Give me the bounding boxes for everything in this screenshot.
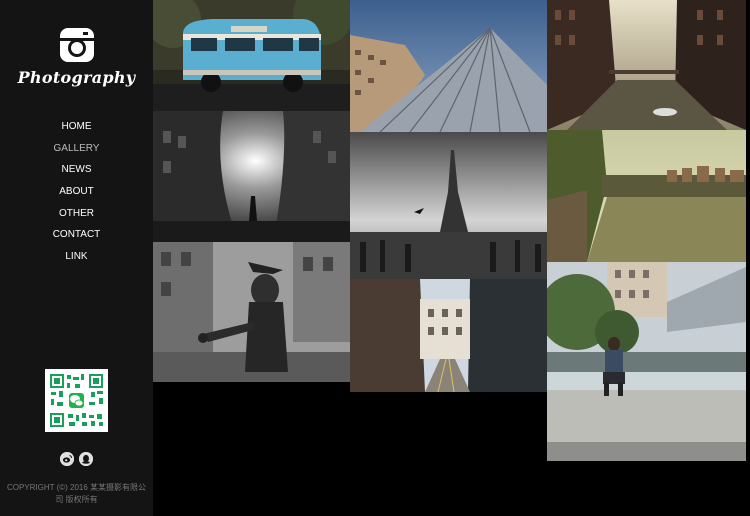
photo-skyscraper[interactable]	[350, 0, 547, 132]
nav-about[interactable]: ABOUT	[0, 181, 153, 203]
photo-river-town[interactable]	[547, 130, 746, 262]
nav-link[interactable]: LINK	[0, 246, 153, 268]
photo-narrow-street[interactable]	[350, 279, 547, 392]
photo-blue-van[interactable]	[153, 0, 350, 111]
photo-curved-street[interactable]	[153, 111, 350, 242]
nav-home[interactable]: HOME	[0, 116, 153, 138]
qr-code-icon	[45, 369, 108, 432]
nav-gallery[interactable]: GALLERY	[0, 138, 153, 160]
brand-title[interactable]: Photography	[0, 68, 153, 87]
main-nav: HOME GALLERY NEWS ABOUT OTHER CONTACT LI…	[0, 116, 153, 268]
nav-contact[interactable]: CONTACT	[0, 224, 153, 246]
social-links	[60, 452, 93, 466]
photo-man-by-river[interactable]	[547, 262, 746, 461]
nav-other[interactable]: OTHER	[0, 203, 153, 225]
photo-canal-buildings[interactable]	[547, 0, 746, 130]
nav-news[interactable]: NEWS	[0, 159, 153, 181]
photo-bronze-statue[interactable]	[153, 242, 350, 382]
camera-icon[interactable]	[59, 27, 95, 63]
copyright: COPYRIGHT (©) 2016 某某摄影有限公司 版权所有	[6, 483, 147, 504]
qq-icon[interactable]	[79, 452, 93, 466]
weibo-icon[interactable]	[60, 452, 74, 466]
photo-eiffel-tower[interactable]	[350, 132, 547, 279]
sidebar: Photography HOME GALLERY NEWS ABOUT OTHE…	[0, 0, 153, 516]
